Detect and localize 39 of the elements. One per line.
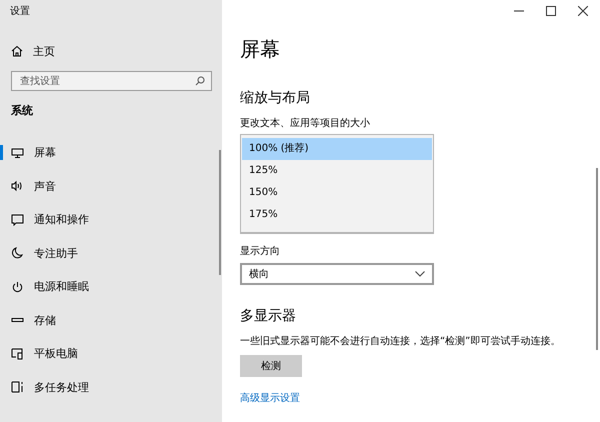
speaker-icon [11, 180, 24, 192]
search-field[interactable]: 查找设置 [11, 71, 212, 91]
scrollbar[interactable] [596, 168, 598, 350]
sidebar-item[interactable]: 专注助手 [0, 236, 222, 270]
maximize-icon[interactable] [546, 6, 556, 16]
dropdown-option[interactable]: 125% [242, 160, 432, 182]
home-link[interactable]: 主页 [33, 44, 55, 58]
dropdown-option[interactable]: 100% (推荐) [242, 138, 432, 160]
window-title: 设置 [10, 4, 31, 18]
sidebar-item[interactable]: 通知和操作 [0, 203, 222, 236]
orientation-dropdown[interactable]: 横向 [240, 263, 434, 285]
section-heading: 缩放与布局 [240, 89, 311, 108]
multitask-icon [11, 381, 24, 394]
section-heading: 多显示器 [240, 307, 297, 326]
description-text: 一些旧式显示器可能不会进行自动连接，选择“检测”即可尝试手动连接。 [240, 335, 562, 348]
home-icon [11, 45, 23, 57]
monitor-icon [11, 146, 24, 159]
field-label: 更改文本、应用等项目的大小 [240, 117, 371, 130]
sidebar-item[interactable]: 多任务处理 [0, 370, 222, 404]
tablet-icon [11, 348, 24, 360]
page-title: 屏幕 [240, 36, 281, 62]
field-label: 显示方向 [240, 245, 281, 258]
advanced-display-link[interactable]: 高级显示设置 [240, 391, 300, 405]
detect-button[interactable]: 检测 [240, 355, 302, 377]
chevron-down-icon [415, 271, 425, 277]
scrollbar[interactable] [219, 150, 221, 275]
sidebar-item[interactable]: 声音 [0, 170, 222, 203]
dropdown-option[interactable]: 175% [242, 204, 432, 226]
power-icon [11, 280, 24, 293]
moon-icon [11, 247, 24, 260]
sidebar-item[interactable]: 电源和睡眠 [0, 270, 222, 304]
message-icon [11, 214, 24, 226]
close-icon[interactable] [578, 6, 588, 16]
dropdown-option[interactable]: 150% [242, 182, 432, 204]
section-heading: 系统 [11, 103, 34, 117]
sidebar-item[interactable]: 存储 [0, 304, 222, 337]
search-icon [195, 76, 205, 86]
sidebar-item[interactable]: 屏幕 [0, 136, 222, 170]
sidebar-item[interactable]: 平板电脑 [0, 337, 222, 370]
